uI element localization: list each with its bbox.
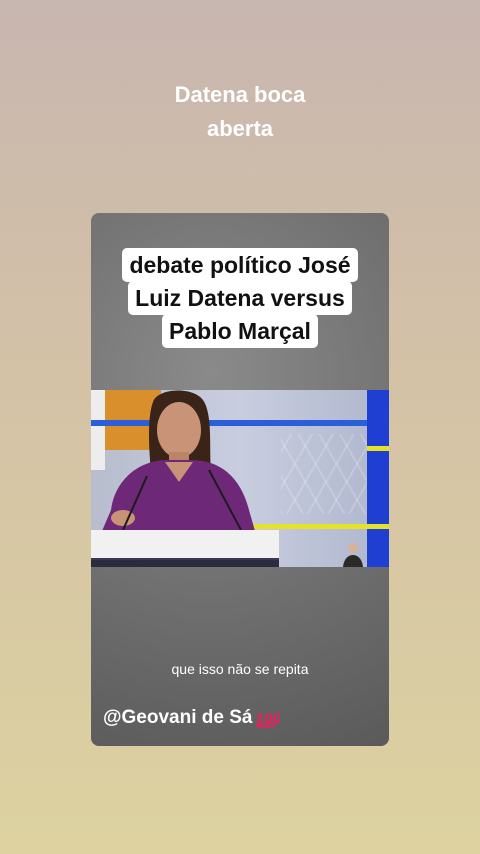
- video-title: debate político José Luiz Datena versus …: [111, 248, 369, 348]
- author-handle[interactable]: @Geovani de Sá 100: [103, 707, 280, 729]
- inset-person-figure: [343, 543, 363, 567]
- hundred-points-icon: 100: [255, 712, 280, 728]
- video-title-line-2: Luiz Datena versus: [128, 281, 352, 315]
- video-title-line-1: debate político José: [122, 248, 358, 282]
- video-card[interactable]: debate político José Luiz Datena versus …: [91, 213, 389, 746]
- video-title-line-3: Pablo Marçal: [162, 314, 318, 348]
- story-caption-line-1: Datena boca: [174, 82, 306, 107]
- video-frame[interactable]: [91, 390, 389, 567]
- video-subtitle: que isso não se repita: [171, 661, 309, 677]
- story-caption-line-2: aberta: [206, 116, 274, 141]
- debate-podium-base: [91, 560, 279, 567]
- author-handle-text: @Geovani de Sá: [103, 707, 253, 728]
- debate-podium: [91, 530, 279, 562]
- story-caption: Datena boca aberta: [0, 78, 480, 146]
